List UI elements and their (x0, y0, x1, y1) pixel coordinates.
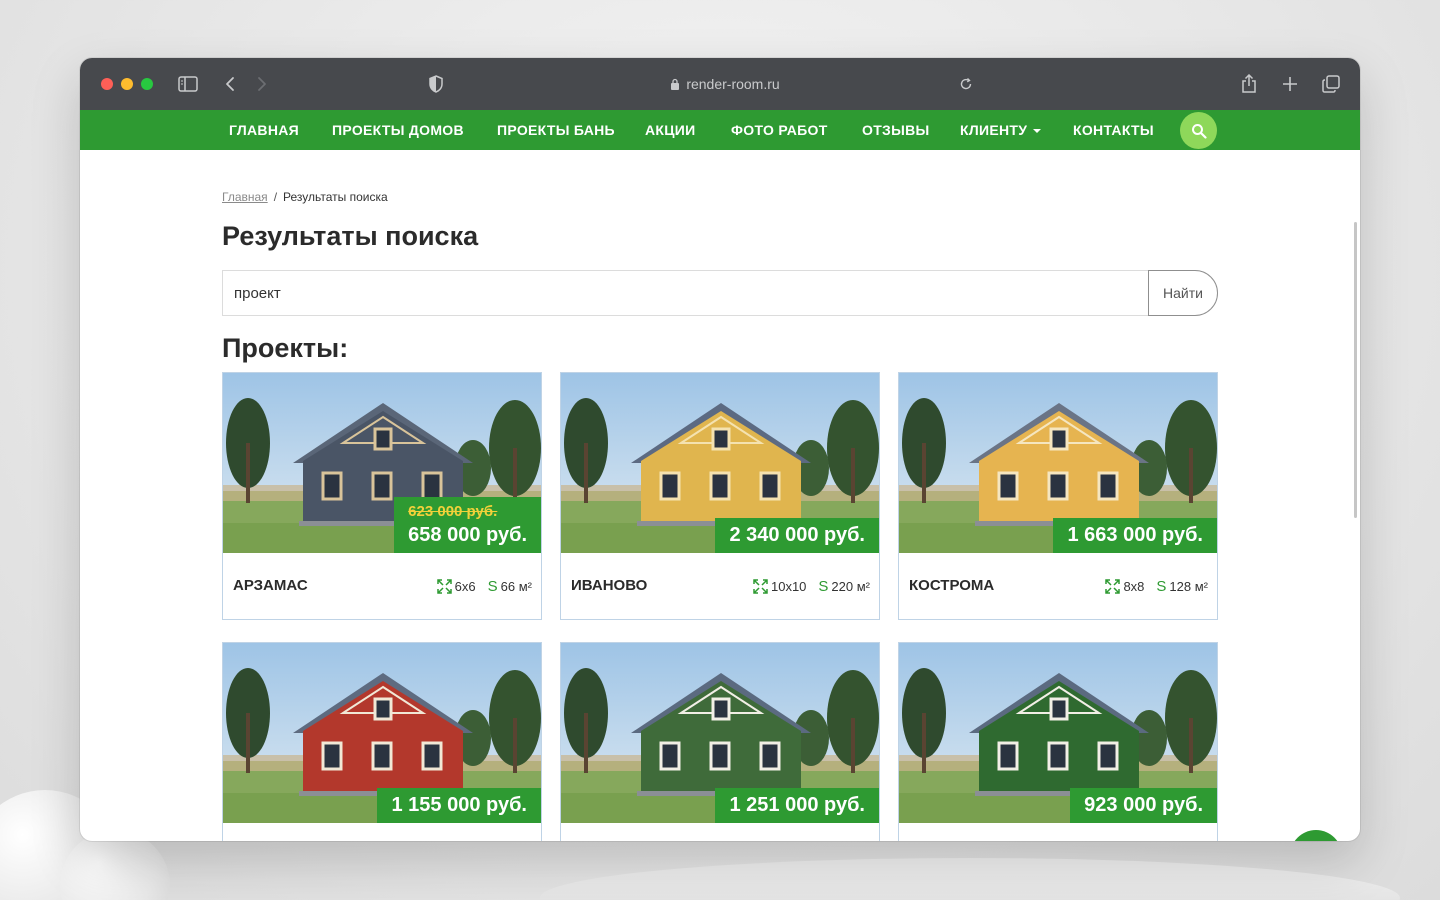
price: 923 000 руб. (1084, 794, 1203, 816)
search-icon (1191, 123, 1207, 139)
project-image[interactable]: 2 340 000 руб. (561, 373, 879, 553)
project-specs: 10x10 S 220 м² (753, 578, 870, 595)
lock-icon (671, 78, 680, 90)
project-card[interactable]: 923 000 руб. (898, 642, 1218, 841)
minimize-window-button[interactable] (121, 78, 133, 90)
page-title: Результаты поиска (222, 221, 479, 251)
price: 2 340 000 руб. (729, 524, 865, 546)
project-image[interactable]: 1 155 000 руб. (223, 643, 541, 823)
new-tab-icon[interactable] (1280, 74, 1300, 94)
nav-item-bathhouse-projects[interactable]: ПРОЕКТЫ БАНЬ (497, 110, 615, 150)
project-area: 128 м² (1169, 579, 1208, 594)
area-icon: S (1156, 578, 1167, 595)
nav-item-house-projects[interactable]: ПРОЕКТЫ ДОМОВ (332, 110, 464, 150)
browser-toolbar: render-room.ru (80, 58, 1360, 110)
expand-size-icon (1105, 579, 1121, 594)
project-card[interactable]: 1 251 000 руб. (560, 642, 880, 841)
nav-item-home[interactable]: ГЛАВНАЯ (229, 110, 299, 150)
price-tag: 1 663 000 руб. (1053, 518, 1217, 553)
project-card[interactable]: 623 000 руб. 658 000 руб. АРЗАМАС 6x6 S 66 м² (222, 372, 542, 620)
page-scrollbar[interactable] (1354, 222, 1357, 518)
browser-window: render-room.ru ГЛАВНАЯ ПРОЕКТЫ ДОМОВ ПРО… (80, 58, 1360, 841)
area-icon: S (818, 578, 829, 595)
project-area: 220 м² (831, 579, 870, 594)
price: 658 000 руб. (408, 524, 527, 546)
close-window-button[interactable] (101, 78, 113, 90)
breadcrumb-current: Результаты поиска (283, 190, 388, 204)
project-name[interactable]: АРЗАМАС (233, 577, 308, 594)
dropdown-caret-icon (1033, 129, 1042, 134)
search-input[interactable] (222, 270, 1152, 316)
project-size: 8x8 (1123, 579, 1145, 594)
background-disc (540, 858, 1400, 900)
price-tag: 623 000 руб. 658 000 руб. (394, 497, 541, 553)
breadcrumb: Главная / Результаты поиска (222, 190, 388, 204)
project-image[interactable]: 1 251 000 руб. (561, 643, 879, 823)
project-card[interactable]: 2 340 000 руб. ИВАНОВО 10x10 S 220 м² (560, 372, 880, 620)
zoom-window-button[interactable] (141, 78, 153, 90)
old-price: 623 000 руб. (408, 503, 498, 520)
main-navigation: ГЛАВНАЯ ПРОЕКТЫ ДОМОВ ПРОЕКТЫ БАНЬ АКЦИИ… (80, 110, 1360, 150)
project-area: 66 м² (500, 579, 532, 594)
price: 1 155 000 руб. (391, 794, 527, 816)
nav-item-for-clients-label: КЛИЕНТУ (960, 122, 1028, 138)
reload-icon[interactable] (956, 74, 976, 94)
address-bar[interactable]: render-room.ru (660, 74, 790, 94)
search-form: Найти (222, 270, 1218, 316)
price: 1 251 000 руб. (729, 794, 865, 816)
project-size: 10x10 (770, 579, 807, 594)
breadcrumb-home-link[interactable]: Главная (222, 190, 268, 204)
search-submit-button[interactable]: Найти (1148, 270, 1218, 316)
expand-size-icon (753, 579, 768, 594)
project-specs: 8x8 S 128 м² (1105, 578, 1208, 595)
share-icon[interactable] (1239, 74, 1259, 94)
project-image[interactable]: 923 000 руб. (899, 643, 1217, 823)
nav-item-for-clients[interactable]: КЛИЕНТУ (960, 110, 1042, 150)
forward-icon[interactable] (252, 74, 272, 94)
price-tag: 2 340 000 руб. (715, 518, 879, 553)
project-name[interactable]: ИВАНОВО (571, 577, 647, 594)
price-tag: 923 000 руб. (1070, 788, 1217, 823)
projects-section-title: Проекты: (222, 333, 349, 363)
project-image[interactable]: 623 000 руб. 658 000 руб. (223, 373, 541, 553)
price: 1 663 000 руб. (1067, 524, 1203, 546)
expand-size-icon (436, 579, 452, 594)
breadcrumb-separator: / (273, 190, 278, 204)
page-content: Главная / Результаты поиска Результаты пои… (80, 150, 1360, 841)
price-tag: 1 251 000 руб. (715, 788, 879, 823)
nav-item-promotions[interactable]: АКЦИИ (645, 110, 696, 150)
project-size: 6x6 (454, 579, 476, 594)
project-image[interactable]: 1 663 000 руб. (899, 373, 1217, 553)
sidebar-icon[interactable] (178, 74, 198, 94)
area-icon: S (487, 578, 498, 595)
project-card[interactable]: 1 155 000 руб. (222, 642, 542, 841)
nav-search-button[interactable] (1180, 112, 1217, 149)
chat-widget-button[interactable] (1290, 830, 1342, 841)
project-card[interactable]: 1 663 000 руб. КОСТРОМА 8x8 S 128 м² (898, 372, 1218, 620)
privacy-shield-icon[interactable] (426, 74, 446, 94)
back-icon[interactable] (220, 74, 240, 94)
nav-item-work-photos[interactable]: ФОТО РАБОТ (731, 110, 828, 150)
nav-item-reviews[interactable]: ОТЗЫВЫ (862, 110, 930, 150)
price-tag: 1 155 000 руб. (377, 788, 541, 823)
tab-overview-icon[interactable] (1321, 74, 1341, 94)
nav-item-contacts[interactable]: КОНТАКТЫ (1073, 110, 1154, 150)
project-name[interactable]: КОСТРОМА (909, 577, 994, 594)
project-specs: 6x6 S 66 м² (436, 578, 532, 595)
url-text: render-room.ru (686, 76, 780, 92)
